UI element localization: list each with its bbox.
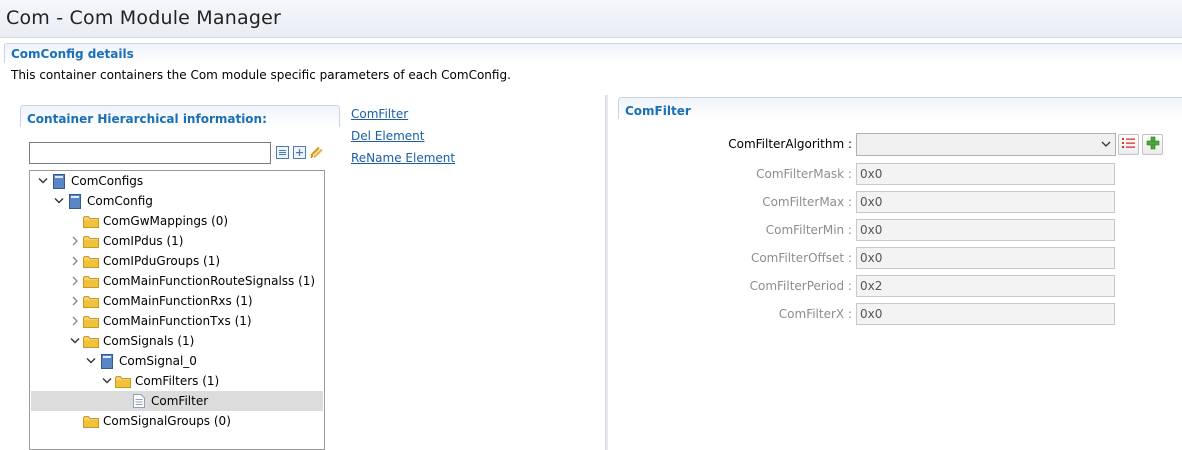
tree-node-label: ComIPduGroups (1) xyxy=(103,254,221,268)
tree-node[interactable]: ComConfig xyxy=(31,191,323,211)
chevron-right-icon[interactable] xyxy=(69,274,81,288)
tree-node-label: ComSignal_0 xyxy=(119,354,197,368)
tree-node[interactable]: ComSignals (1) xyxy=(31,331,323,351)
tree-filter-input[interactable] xyxy=(29,142,271,164)
tree-node-label: ComGwMappings (0) xyxy=(103,214,229,228)
chevron-right-icon[interactable] xyxy=(69,234,81,248)
folder-icon xyxy=(83,333,99,349)
title-bar: Com - Com Module Manager xyxy=(0,0,1182,38)
tree-node-label: ComConfig xyxy=(87,194,153,208)
param-label: ComFilterX : xyxy=(778,307,852,321)
tree-node-label: ComMainFunctionRouteSignalss (1) xyxy=(103,274,316,288)
folder-icon xyxy=(83,293,99,309)
list-button[interactable] xyxy=(1118,134,1139,155)
filter-algorithm-combo[interactable] xyxy=(856,133,1116,156)
tree-node[interactable]: ComIPdus (1) xyxy=(31,231,323,251)
param-value-field: 0x0 xyxy=(856,303,1115,325)
chevron-right-icon[interactable] xyxy=(69,294,81,308)
param-label: ComFilterPeriod : xyxy=(749,279,852,293)
comfilter-section-header: ComFilter xyxy=(618,97,1182,119)
chevron-down-icon[interactable] xyxy=(37,174,49,188)
module-icon xyxy=(51,173,67,189)
details-header-label: ComConfig details xyxy=(11,47,134,61)
module-icon xyxy=(99,353,115,369)
param-value-field: 0x0 xyxy=(856,247,1115,269)
tree-node-label: ComSignals (1) xyxy=(103,334,195,348)
tree-node[interactable]: ComMainFunctionTxs (1) xyxy=(31,311,323,331)
module-icon xyxy=(67,193,83,209)
param-label: ComFilterMax : xyxy=(762,195,852,209)
param-value-field: 0x0 xyxy=(856,163,1115,185)
tree-node[interactable]: ComConfigs xyxy=(31,171,323,191)
file-icon xyxy=(131,393,147,409)
tree-node[interactable]: ComSignalGroups (0) xyxy=(31,411,323,431)
expand-all-icon[interactable] xyxy=(292,145,306,159)
tree-node-label: ComFilters (1) xyxy=(135,374,220,388)
tree-node[interactable]: ComMainFunctionRxs (1) xyxy=(31,291,323,311)
tree-node-label: ComSignalGroups (0) xyxy=(103,414,231,428)
link-with-editor-icon[interactable] xyxy=(309,145,323,159)
tree-node-label: ComFilter xyxy=(151,394,209,408)
tree-node-label: ComIPdus (1) xyxy=(103,234,184,248)
tree-node[interactable]: ComGwMappings (0) xyxy=(31,211,323,231)
param-label: ComFilterMin : xyxy=(765,223,852,237)
tree-node[interactable]: ComMainFunctionRouteSignalss (1) xyxy=(31,271,323,291)
element-actions: ComFilter Del Element ReName Element xyxy=(351,107,455,173)
param-label: ComFilterOffset : xyxy=(750,251,852,265)
tree-node-label: ComMainFunctionRxs (1) xyxy=(103,294,253,308)
tree-node[interactable]: ComSignal_0 xyxy=(31,351,323,371)
folder-icon xyxy=(115,373,131,389)
folder-icon xyxy=(83,313,99,329)
folder-icon xyxy=(83,413,99,429)
chevron-down-icon[interactable] xyxy=(85,354,97,368)
chevron-right-icon[interactable] xyxy=(69,254,81,268)
details-description: This container containers the Com module… xyxy=(11,68,511,82)
tree-node[interactable]: ComFilters (1) xyxy=(31,371,323,391)
add-button[interactable] xyxy=(1142,134,1163,155)
hierarchy-header-label: Container Hierarchical information: xyxy=(27,112,267,126)
plus-icon xyxy=(1146,136,1160,153)
param-value-field: 0x0 xyxy=(856,219,1115,241)
list-icon xyxy=(1121,137,1136,152)
filter-algorithm-label: ComFilterAlgorithm : xyxy=(728,137,852,151)
tree-node[interactable]: ComFilter xyxy=(31,391,323,411)
collapse-all-icon[interactable] xyxy=(275,145,289,159)
param-label: ComFilterMask : xyxy=(756,167,852,181)
comfilter-link[interactable]: ComFilter xyxy=(351,107,455,129)
chevron-down-icon[interactable] xyxy=(101,374,113,388)
param-value-field: 0x0 xyxy=(856,191,1115,213)
folder-icon xyxy=(83,253,99,269)
hierarchy-tree[interactable]: ComConfigs ComConfig ComGwMappings (0) ComI… xyxy=(29,170,325,450)
folder-icon xyxy=(83,233,99,249)
folder-icon xyxy=(83,273,99,289)
panel-splitter[interactable] xyxy=(605,95,608,450)
details-section-header: ComConfig details xyxy=(4,43,1182,63)
chevron-down-icon xyxy=(1101,138,1111,150)
chevron-down-icon[interactable] xyxy=(53,194,65,208)
tree-node[interactable]: ComIPduGroups (1) xyxy=(31,251,323,271)
comfilter-header-label: ComFilter xyxy=(625,104,691,118)
chevron-down-icon[interactable] xyxy=(69,334,81,348)
rename-element-link[interactable]: ReName Element xyxy=(351,151,455,173)
folder-icon xyxy=(83,213,99,229)
tree-node-label: ComMainFunctionTxs (1) xyxy=(103,314,252,328)
del-element-link[interactable]: Del Element xyxy=(351,129,455,151)
hierarchy-section-header: Container Hierarchical information: xyxy=(20,105,340,127)
window-title: Com - Com Module Manager xyxy=(6,7,281,29)
tree-node-label: ComConfigs xyxy=(71,174,144,188)
param-value-field: 0x2 xyxy=(856,275,1115,297)
chevron-right-icon[interactable] xyxy=(69,314,81,328)
